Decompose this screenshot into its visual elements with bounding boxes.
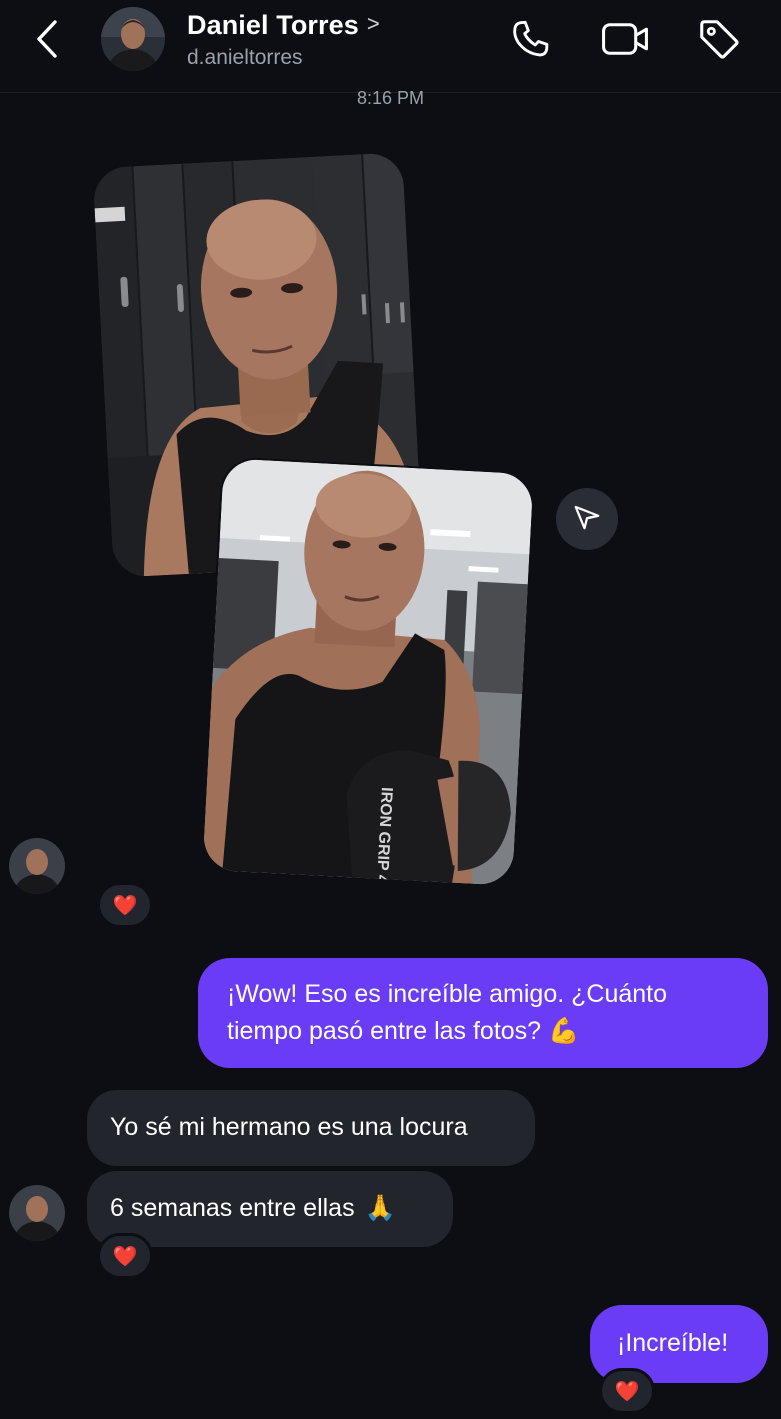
message-text: ¡Increíble! xyxy=(617,1329,729,1357)
heart-reaction[interactable]: ❤️ xyxy=(97,882,153,928)
contact-username: d.anieltorres xyxy=(187,46,303,69)
folded-hands-emoji: 🙏 xyxy=(364,1194,396,1222)
contact-avatar-small[interactable] xyxy=(9,1185,65,1241)
tag-icon[interactable] xyxy=(694,14,744,64)
message-text: ¡Wow! Eso es increíble amigo. ¿Cuánto ti… xyxy=(227,980,668,1045)
chat-header: Daniel Torres > d.anieltorres xyxy=(0,0,781,93)
heart-icon: ❤️ xyxy=(614,1380,640,1403)
heart-reaction[interactable]: ❤️ xyxy=(599,1368,655,1414)
chevron-right-icon: > xyxy=(366,11,380,36)
heart-reaction[interactable]: ❤️ xyxy=(97,1233,153,1279)
share-button[interactable] xyxy=(556,488,618,550)
contact-name-row[interactable]: Daniel Torres > xyxy=(187,8,380,42)
message-timestamp: 8:16 PM xyxy=(356,88,425,108)
shared-photo-gym-dumbbell[interactable]: IRON GRIP 40 xyxy=(202,458,534,886)
video-call-icon[interactable] xyxy=(600,14,650,64)
incoming-message[interactable]: Yo sé mi hermano es una locura xyxy=(87,1090,535,1166)
message-text: Yo sé mi hermano es una locura xyxy=(110,1113,468,1141)
phone-icon[interactable] xyxy=(506,14,556,64)
flexed-biceps-emoji: 💪 xyxy=(548,1017,580,1045)
send-icon xyxy=(572,502,602,537)
message-text: 6 semanas entre ellas xyxy=(110,1194,355,1222)
heart-icon: ❤️ xyxy=(112,894,138,917)
contact-avatar[interactable] xyxy=(101,7,165,71)
outgoing-message[interactable]: ¡Wow! Eso es increíble amigo. ¿Cuánto ti… xyxy=(198,958,768,1068)
back-icon[interactable] xyxy=(30,18,66,60)
contact-name[interactable]: Daniel Torres xyxy=(187,10,359,41)
heart-icon: ❤️ xyxy=(112,1245,138,1268)
contact-avatar-small[interactable] xyxy=(9,838,65,894)
